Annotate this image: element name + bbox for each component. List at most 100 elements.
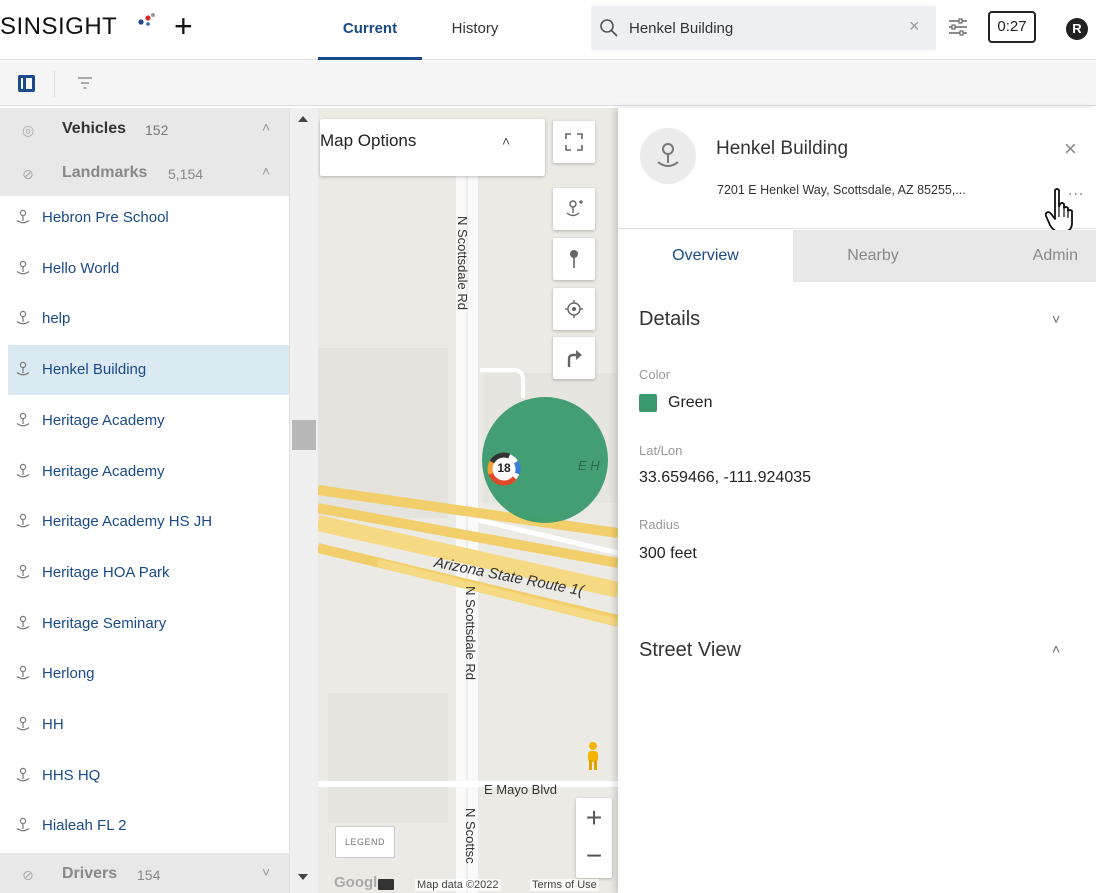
landmark-list-item[interactable]: Herlong xyxy=(8,649,289,699)
zoom-in-button[interactable]: + xyxy=(576,798,612,838)
landmark-label: Heritage Seminary xyxy=(42,614,167,632)
sliders-icon[interactable] xyxy=(947,16,969,38)
toolbar-divider xyxy=(54,71,55,97)
cluster-count: 18 xyxy=(497,461,511,475)
chevron-down-icon[interactable]: ˅ xyxy=(1052,311,1060,327)
fullscreen-button[interactable] xyxy=(553,121,595,163)
scroll-up-arrow[interactable] xyxy=(298,116,308,122)
locate-button[interactable] xyxy=(553,288,595,330)
street-view-section-title[interactable]: Street View xyxy=(639,639,741,662)
scroll-down-arrow[interactable] xyxy=(298,874,308,880)
tab-history[interactable]: History xyxy=(432,0,518,60)
map-options-label: Map Options xyxy=(320,131,417,150)
legend-button[interactable]: LEGEND xyxy=(335,826,395,858)
detail-address: 7201 E Henkel Way, Scottsdale, AZ 85255,… xyxy=(717,183,966,197)
panel-toggle-icon[interactable] xyxy=(18,75,35,92)
chevron-down-icon[interactable]: ˅ xyxy=(262,864,270,880)
tab-overview[interactable]: Overview xyxy=(618,230,793,282)
landmark-list-item[interactable]: Heritage Academy xyxy=(8,396,289,446)
chevron-up-icon[interactable]: ˄ xyxy=(262,163,270,179)
landmark-label: help xyxy=(42,310,71,328)
pin-icon xyxy=(570,250,578,268)
road-label: N Scottsdale Rd xyxy=(463,586,478,680)
landmark-list-item[interactable]: Heritage Academy xyxy=(8,447,289,497)
landmark-pin-icon xyxy=(16,716,30,731)
landmark-label: Hebron Pre School xyxy=(42,209,169,226)
detail-tabs: Overview Nearby Admin xyxy=(618,230,1096,282)
landmark-list-item[interactable]: Hello World xyxy=(8,244,289,294)
tab-nearby[interactable]: Nearby xyxy=(793,230,953,282)
terms-link[interactable]: Terms of Use xyxy=(530,879,599,891)
detail-header: Henkel Building × 7201 E Henkel Way, Sco… xyxy=(618,108,1096,233)
add-button[interactable]: + xyxy=(174,8,193,44)
landmark-label: Hialeah FL 2 xyxy=(42,817,127,835)
landmark-list-item[interactable]: Heritage Seminary xyxy=(8,599,289,649)
app-logo: SINSIGHT xyxy=(0,13,118,40)
list-scrollbar[interactable] xyxy=(290,108,318,893)
add-landmark-icon xyxy=(566,200,583,217)
group-vehicles[interactable]: ◎ Vehicles 152 ˄ xyxy=(0,108,289,152)
landmark-list-item[interactable]: Heritage HOA Park xyxy=(8,548,289,598)
landmark-list-item[interactable]: HHS HQ xyxy=(8,751,289,801)
landmark-list-item[interactable]: Henkel Building xyxy=(8,345,289,396)
group-drivers[interactable]: ⊘ Drivers 154 ˅ xyxy=(0,853,289,893)
scroll-thumb[interactable] xyxy=(292,420,316,450)
landmark-pin-icon xyxy=(16,513,30,528)
chevron-up-icon[interactable]: ˄ xyxy=(262,119,270,135)
refresh-timer[interactable]: 0:27 xyxy=(988,11,1036,43)
landmark-label: Heritage Academy xyxy=(42,411,165,429)
landmark-pin-icon xyxy=(16,311,30,325)
map-data-text: Map data ©2022 xyxy=(415,879,501,891)
search-input[interactable] xyxy=(629,12,889,44)
zoom-out-button[interactable]: − xyxy=(576,838,612,878)
close-icon[interactable]: × xyxy=(1064,136,1077,162)
landmark-list-item[interactable]: Hebron Pre School xyxy=(8,193,289,243)
keyboard-icon[interactable] xyxy=(378,879,394,890)
eye-off-icon[interactable]: ⊘ xyxy=(22,166,34,183)
color-value: Green xyxy=(668,394,713,411)
pin-button[interactable] xyxy=(553,238,595,280)
landmark-pin-icon xyxy=(16,412,30,427)
eye-icon[interactable]: ◎ xyxy=(22,122,34,139)
group-count: 154 xyxy=(137,867,161,883)
landmark-list-item[interactable]: HH xyxy=(8,700,289,750)
map-options-dropdown[interactable]: Map Options ˄ xyxy=(320,119,545,176)
locate-icon xyxy=(565,300,583,318)
directions-button[interactable] xyxy=(553,337,595,379)
landmark-list-item[interactable]: Hialeah FL 2 xyxy=(8,801,289,851)
landmark-pin-icon xyxy=(16,767,30,782)
group-count: 5,154 xyxy=(168,166,204,182)
landmark-pin-icon xyxy=(16,818,30,832)
group-name: Vehicles xyxy=(62,120,127,137)
landmark-label: Herlong xyxy=(42,665,95,683)
pegman-icon[interactable] xyxy=(584,741,602,771)
chevron-up-icon: ˄ xyxy=(502,133,511,149)
add-landmark-button[interactable] xyxy=(553,188,595,230)
detail-title: Henkel Building xyxy=(716,138,849,159)
clear-search-icon[interactable]: × xyxy=(909,16,920,37)
eye-off-icon[interactable]: ⊘ xyxy=(22,867,34,884)
landmark-list-item[interactable]: help xyxy=(8,294,289,344)
landmark-pin-icon xyxy=(16,209,30,224)
landmark-pin-icon xyxy=(16,463,30,477)
road-label: E Mayo Blvd xyxy=(484,782,557,797)
landmark-list-item[interactable]: Heritage Academy HS JH xyxy=(8,497,289,547)
radius-value: 300 feet xyxy=(639,545,697,562)
details-section-title[interactable]: Details xyxy=(639,308,700,331)
chevron-up-icon[interactable]: ˄ xyxy=(1052,641,1060,657)
landmark-label: Hello World xyxy=(42,259,120,277)
color-label: Color xyxy=(639,367,671,382)
group-name: Landmarks xyxy=(62,164,148,181)
tab-current[interactable]: Current xyxy=(318,0,422,60)
filter-icon[interactable] xyxy=(77,75,93,91)
latlon-value: 33.659466, -111.924035 xyxy=(639,469,812,486)
landmark-pin-icon xyxy=(16,361,30,376)
group-name: Drivers xyxy=(62,865,118,882)
tab-admin[interactable]: Admin xyxy=(953,230,1096,282)
landmark-pin-icon xyxy=(657,143,679,167)
directions-icon xyxy=(567,350,582,367)
map-view[interactable]: N Scottsdale Rd N Scottsdale Rd N Scotts… xyxy=(318,108,618,893)
landmark-badge xyxy=(640,128,696,184)
avatar[interactable]: R xyxy=(1066,18,1088,40)
group-landmarks[interactable]: ⊘ Landmarks 5,154 ˄ xyxy=(0,152,289,196)
